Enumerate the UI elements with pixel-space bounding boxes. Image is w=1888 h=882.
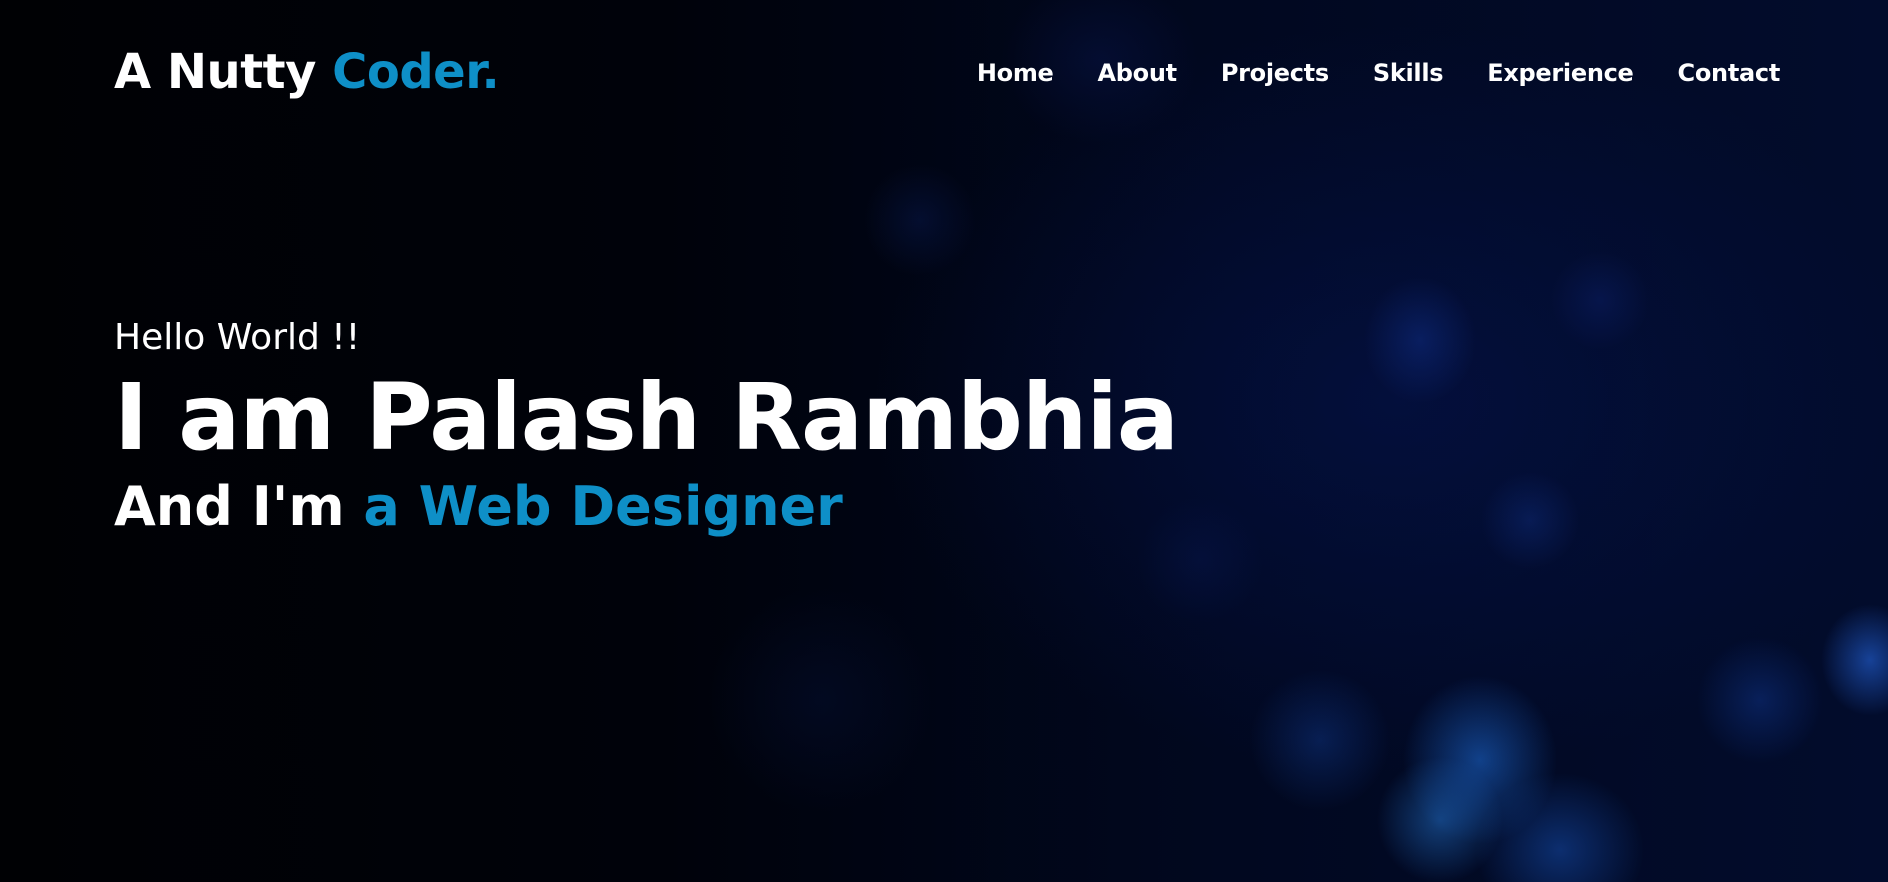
hero-greeting: Hello World !!	[114, 317, 361, 358]
nav-item-contact[interactable]: Contact	[1678, 56, 1781, 90]
nav-item-projects[interactable]: Projects	[1221, 56, 1329, 90]
hero-role-prefix: And I'm	[114, 475, 345, 538]
nav-item-home[interactable]: Home	[977, 56, 1054, 90]
logo-text-prefix: A Nutty	[114, 44, 316, 100]
hero-role: And I'm a Web Designer	[114, 474, 1178, 540]
nav-item-skills[interactable]: Skills	[1373, 56, 1444, 90]
hero-section: Hello World !! I am Palash Rambhia And I…	[114, 316, 1179, 540]
hero-role-accent: a Web Designer	[363, 475, 843, 538]
nav-item-experience[interactable]: Experience	[1487, 56, 1634, 90]
logo-text-accent: Coder.	[332, 44, 500, 100]
hero-headline: I am Palash Rambhia	[114, 364, 1179, 471]
site-header: A Nutty Coder. Home About Projects Skill…	[0, 0, 1888, 150]
nav-item-about[interactable]: About	[1098, 56, 1178, 90]
main-nav: Home About Projects Skills Experience Co…	[977, 56, 1780, 90]
site-logo[interactable]: A Nutty Coder.	[114, 44, 500, 100]
